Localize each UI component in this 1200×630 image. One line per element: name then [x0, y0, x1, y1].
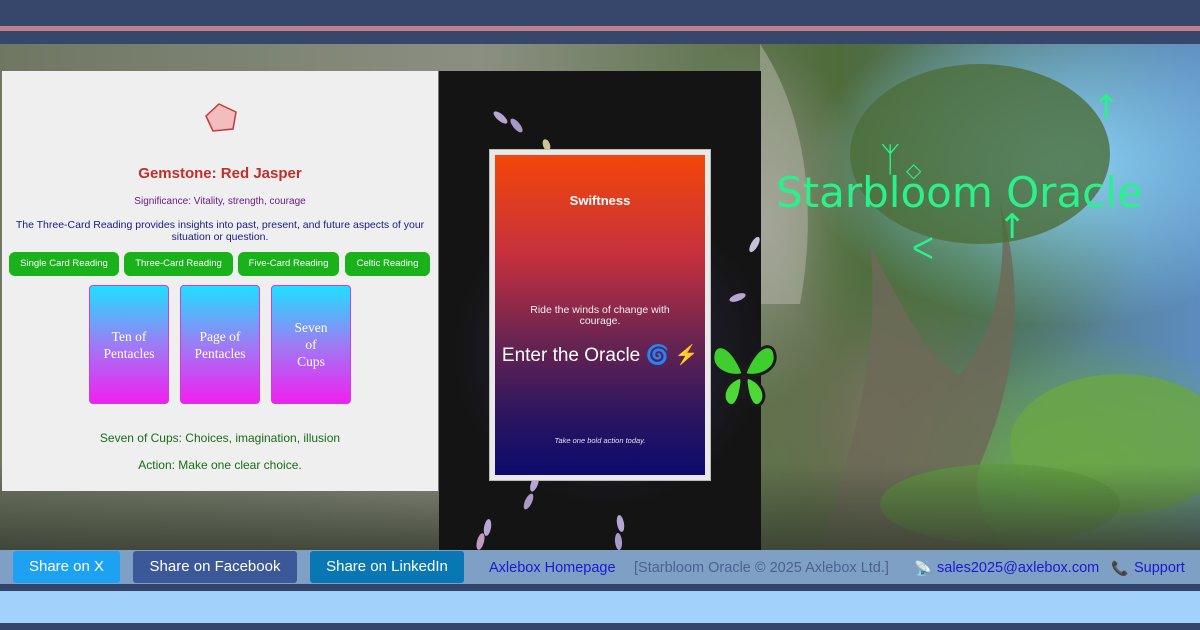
celtic-reading-button[interactable]: Celtic Reading	[345, 252, 430, 276]
site-title: Starbloom Oracle	[776, 168, 1143, 217]
petal-decoration	[521, 492, 536, 511]
tarot-card-ten-of-pentacles[interactable]: Ten of Pentacles	[89, 285, 169, 404]
axlebox-homepage-link[interactable]: Axlebox Homepage	[489, 559, 616, 577]
share-facebook-button[interactable]: Share on Facebook	[133, 551, 297, 583]
three-card-reading-button[interactable]: Three-Card Reading	[124, 252, 233, 276]
petal-decoration	[615, 514, 626, 533]
oracle-panel: Swiftness Ride the winds of change with …	[439, 71, 761, 550]
butterfly-icon	[711, 345, 777, 408]
bottom-light-bar	[0, 591, 1200, 623]
tarot-card-seven-of-cups[interactable]: Seven of Cups	[271, 285, 351, 404]
tarot-card-label: Seven of Cups	[294, 320, 328, 369]
copyright-text: [Starbloom Oracle © 2025 Axlebox Ltd.]	[634, 560, 889, 576]
petal-decoration	[747, 235, 761, 254]
oracle-card-footer: Take one bold action today.	[554, 436, 646, 445]
gemstone-significance: Significance: Vitality, strength, courag…	[134, 196, 306, 207]
tarot-card-page-of-pentacles[interactable]: Page of Pentacles	[180, 285, 260, 404]
share-linkedin-button[interactable]: Share on LinkedIn	[310, 551, 464, 583]
satellite-icon: 📡	[914, 560, 932, 576]
gemstone-title: Gemstone: Red Jasper	[138, 165, 302, 182]
phone-icon: 📞	[1111, 560, 1129, 576]
diamond-glyph-icon: ◇	[906, 158, 922, 182]
share-x-button[interactable]: Share on X	[13, 551, 120, 583]
arrow-up-icon: ↑	[998, 207, 1027, 247]
tarot-card-label: Ten of Pentacles	[103, 328, 155, 361]
top-gap	[0, 31, 1200, 44]
gem-icon	[205, 103, 237, 132]
card-action: Action: Make one clear choice.	[138, 458, 302, 472]
arrow-up-icon: ↑	[1092, 88, 1121, 128]
bottom-dark-band	[0, 623, 1200, 630]
card-meaning: Seven of Cups: Choices, imagination, ill…	[99, 431, 341, 445]
rune-glyph-icon: ᛉ	[880, 140, 901, 180]
five-card-reading-button[interactable]: Five-Card Reading	[238, 252, 339, 276]
petal-decoration	[614, 532, 623, 550]
oracle-card-title: Swiftness	[569, 193, 631, 208]
top-bar	[0, 0, 1200, 26]
enter-oracle-button[interactable]: Enter the Oracle 🌀 ⚡	[485, 341, 715, 371]
oracle-card-description: Ride the winds of change with courage.	[530, 304, 670, 327]
petal-decoration	[474, 532, 487, 550]
petal-decoration	[508, 116, 525, 135]
rune-glyph-icon: ᐸ	[912, 232, 934, 267]
reading-description: The Three-Card Reading provides insights…	[15, 219, 425, 243]
support-link[interactable]: Support	[1134, 559, 1185, 577]
oracle-card-face: Swiftness Ride the winds of change with …	[495, 155, 705, 475]
bottom-band	[0, 584, 1200, 591]
tarot-card-label: Page of Pentacles	[194, 328, 246, 361]
oracle-card[interactable]: Swiftness Ride the winds of change with …	[489, 149, 711, 481]
single-card-reading-button[interactable]: Single Card Reading	[9, 252, 119, 276]
sales-email-link[interactable]: sales2025@axlebox.com	[937, 559, 1099, 577]
petal-decoration	[491, 109, 510, 126]
gemstone-panel: Gemstone: Red Jasper Significance: Vital…	[2, 71, 439, 491]
